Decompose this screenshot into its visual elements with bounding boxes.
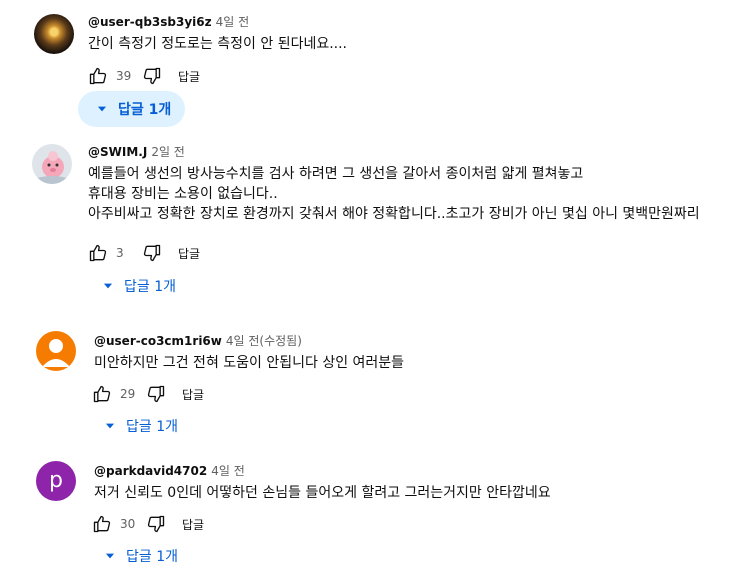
thumbs-down-icon <box>147 515 165 533</box>
author-name[interactable]: @user-co3cm1ri6w <box>94 334 222 348</box>
like-button[interactable] <box>86 64 110 88</box>
author-name[interactable]: @user-qb3sb3yi6z <box>88 15 212 29</box>
comment-line: 간이 측정기 정도로는 측정이 안 된다네요.... <box>88 36 348 52</box>
author-name[interactable]: @parkdavid4702 <box>94 464 207 478</box>
comment-header: @user-co3cm1ri6w 4일 전(수정됨) <box>94 333 302 349</box>
like-button[interactable] <box>86 241 110 265</box>
thumbs-up-icon <box>89 67 107 85</box>
chevron-down-icon <box>90 97 114 121</box>
show-replies-button[interactable]: 답글 1개 <box>78 91 186 127</box>
thumbs-up-icon <box>93 515 111 533</box>
comment-line: 아주비싸고 정확한 장치로 환경까지 갖춰서 해야 정확합니다..초고가 장비가… <box>88 206 700 222</box>
like-count: 39 <box>116 69 132 83</box>
comment-line: 미안하지만 그건 전혀 도움이 안됩니다 상인 여러분들 <box>94 355 405 371</box>
avatar[interactable]: p <box>36 461 76 501</box>
replies-label: 답글 1개 <box>126 549 178 565</box>
show-replies-button[interactable]: 답글 1개 <box>86 408 192 444</box>
chevron-down-icon <box>98 544 122 568</box>
comment-text: 예를들어 생선의 방사능수치를 검사 하려면 그 생선을 갈아서 종이처럼 얇게… <box>88 164 700 224</box>
reply-button[interactable]: 답글 <box>178 68 200 85</box>
comment-time[interactable]: 2일 전 <box>151 145 185 159</box>
like-count: 3 <box>116 246 124 260</box>
replies-label: 답글 1개 <box>124 279 176 295</box>
avatar[interactable] <box>36 331 76 371</box>
chevron-down-icon <box>98 414 122 438</box>
dislike-button[interactable] <box>140 241 164 265</box>
avatar[interactable] <box>34 14 74 54</box>
replies-label: 답글 1개 <box>126 419 178 435</box>
author-name[interactable]: @SWIM.J <box>88 145 147 159</box>
replies-label: 답글 1개 <box>118 102 172 118</box>
reply-button[interactable]: 답글 <box>178 245 200 262</box>
avatar[interactable] <box>32 144 72 184</box>
thumbs-up-icon <box>93 385 111 403</box>
comment-actions: 3 답글 <box>86 241 200 265</box>
comment-header: @user-qb3sb3yi6z 4일 전 <box>88 14 249 30</box>
comment-text: 간이 측정기 정도로는 측정이 안 된다네요.... <box>88 34 347 54</box>
show-replies-button[interactable]: 답글 1개 <box>86 538 192 574</box>
comment-actions: 39 답글 <box>86 64 200 88</box>
comment-time[interactable]: 4일 전(수정됨) <box>226 334 302 348</box>
comment-text: 저거 신뢰도 0인데 어떻하던 손님들 들어오게 할려고 그러는거지만 안타깝네… <box>94 483 551 503</box>
comment-actions: 29 답글 <box>90 382 204 406</box>
comment-text: 미안하지만 그건 전혀 도움이 안됩니다 상인 여러분들 <box>94 353 404 373</box>
comment-line: 저거 신뢰도 0인데 어떻하던 손님들 들어오게 할려고 그러는거지만 안타깝네… <box>94 485 551 501</box>
comment-line: 예를들어 생선의 방사능수치를 검사 하려면 그 생선을 갈아서 종이처럼 얇게… <box>88 166 584 182</box>
like-button[interactable] <box>90 512 114 536</box>
show-replies-button[interactable]: 답글 1개 <box>84 268 190 304</box>
comment-line: 휴대용 장비는 소용이 없습니다.. <box>88 186 278 202</box>
comment-time[interactable]: 4일 전 <box>216 15 250 29</box>
comment-time[interactable]: 4일 전 <box>211 464 245 478</box>
like-button[interactable] <box>90 382 114 406</box>
chevron-down-icon <box>96 274 120 298</box>
comment-header: @parkdavid4702 4일 전 <box>94 463 245 479</box>
comment-header: @SWIM.J 2일 전 <box>88 144 185 160</box>
thumbs-down-icon <box>143 244 161 262</box>
dislike-button[interactable] <box>144 382 168 406</box>
thumbs-down-icon <box>143 67 161 85</box>
like-count: 29 <box>120 387 136 401</box>
reply-button[interactable]: 답글 <box>182 516 204 533</box>
like-count: 30 <box>120 517 136 531</box>
dislike-button[interactable] <box>144 512 168 536</box>
comment-actions: 30 답글 <box>90 512 204 536</box>
dislike-button[interactable] <box>140 64 164 88</box>
reply-button[interactable]: 답글 <box>182 386 204 403</box>
thumbs-up-icon <box>89 244 107 262</box>
thumbs-down-icon <box>147 385 165 403</box>
